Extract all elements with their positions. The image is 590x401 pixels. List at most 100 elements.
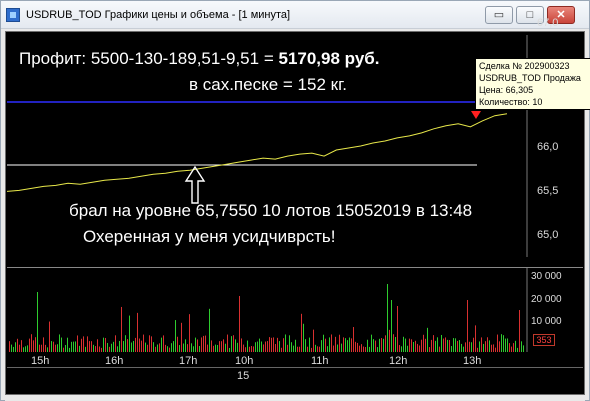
volume-bar: [355, 341, 356, 352]
volume-bar: [413, 341, 414, 352]
volume-bar: [509, 343, 510, 352]
horizontal-scrollbar[interactable]: [5, 395, 585, 401]
volume-bar: [93, 344, 94, 352]
trade-tooltip: Сделка № 202900323 USDRUB_TOD Продажа Це…: [475, 58, 590, 110]
profit-line: Профит: 5500-130-189,51-9,51 = 5170,98 р…: [19, 49, 380, 69]
volume-bar: [429, 347, 430, 352]
app-icon: [6, 8, 20, 22]
volume-bar: [255, 342, 256, 352]
volume-bar: [321, 340, 322, 352]
time-label-17h: 17h: [179, 355, 198, 367]
volume-bar: [45, 344, 46, 352]
price-line: [6, 113, 508, 192]
volume-bar: [485, 341, 486, 352]
time-axis[interactable]: [7, 367, 583, 383]
volume-bar: [189, 314, 190, 352]
volume-bar: [383, 338, 384, 352]
tooltip-trade-number: Сделка № 202900323: [479, 61, 570, 71]
volume-bar: [359, 345, 360, 352]
volume-bar: [157, 344, 158, 352]
volume-bar: [31, 334, 32, 352]
volume-bar: [249, 346, 250, 352]
volume-bar: [261, 341, 262, 352]
volume-panel[interactable]: [7, 267, 583, 352]
sugar-line: в сах.песке = 152 кг.: [189, 75, 347, 94]
tooltip-price: Цена: 66,305: [479, 85, 534, 95]
volume-bar: [377, 347, 378, 352]
volume-bar: [49, 321, 50, 352]
volume-bar: [455, 338, 456, 352]
title-bar[interactable]: USDRUB_TOD Графики цены и объема - [1 ми…: [1, 1, 589, 29]
volume-bar: [233, 335, 234, 352]
time-label-12h: 12h: [389, 355, 408, 367]
volume-bar: [361, 344, 362, 352]
volume-bar: [73, 341, 74, 352]
volume-bar: [315, 344, 316, 352]
volume-bar: [115, 335, 116, 352]
volume-bar: [191, 343, 192, 352]
volume-bar: [397, 306, 398, 352]
price-tick-66: 66,0: [537, 141, 559, 153]
volume-bar: [41, 344, 42, 352]
volume-bar: [407, 345, 408, 352]
volume-bar: [133, 340, 134, 352]
volume-bar: [91, 341, 92, 352]
volume-bar: [277, 337, 278, 352]
window-title: USDRUB_TOD Графики цены и объема - [1 ми…: [26, 9, 291, 21]
up-arrow-icon: [184, 165, 206, 204]
volume-bar: [33, 340, 34, 352]
time-label-15h: 15h: [31, 355, 50, 367]
volume-bar: [13, 346, 14, 352]
volume-bar: [179, 345, 180, 352]
volume-bar: [121, 306, 122, 352]
volume-bar: [293, 345, 294, 352]
volume-bar: [271, 337, 272, 352]
volume-bar: [453, 338, 454, 352]
volume-bar: [441, 334, 442, 352]
restore-button[interactable]: ▭: [485, 6, 513, 24]
volume-bar: [443, 338, 444, 352]
volume-bar: [421, 339, 422, 352]
volume-bar: [503, 335, 504, 352]
volume-bar: [113, 341, 114, 352]
volume-bar: [27, 345, 28, 352]
volume-bar: [393, 334, 394, 352]
volume-bar: [291, 342, 292, 352]
volume-bar: [381, 338, 382, 352]
restore-icon: ▭: [493, 9, 505, 21]
volume-bar: [303, 323, 304, 352]
volume-bar: [25, 346, 26, 352]
volume-bar: [51, 341, 52, 352]
volume-bar: [469, 341, 470, 352]
volume-bar: [111, 343, 112, 352]
volume-bar: [187, 344, 188, 352]
volume-bar: [227, 334, 228, 352]
current-volume-badge: 353: [533, 334, 555, 346]
volume-bar: [77, 335, 78, 352]
volume-bar: [379, 338, 380, 352]
volume-bar: [285, 334, 286, 352]
volume-bar: [273, 337, 274, 352]
volume-bar: [489, 340, 490, 352]
volume-bar: [353, 327, 354, 352]
volume-bar: [211, 340, 212, 352]
volume-bar: [239, 296, 240, 352]
volume-bar: [117, 346, 118, 352]
volume-bar: [325, 338, 326, 352]
volume-bar: [507, 338, 508, 352]
volume-bar: [107, 342, 108, 352]
volume-bar: [323, 334, 324, 352]
volume-bar: [203, 335, 204, 352]
volume-bar: [281, 347, 282, 352]
volume-bar: [101, 347, 102, 352]
volume-bar: [71, 341, 72, 352]
volume-bar: [403, 336, 404, 352]
volume-bar: [21, 340, 22, 352]
volume-bar: [243, 344, 244, 352]
volume-bar: [433, 335, 434, 352]
volume-bar: [247, 340, 248, 352]
volume-bar: [123, 341, 124, 352]
time-label-13h: 13h: [463, 355, 482, 367]
volume-bar: [147, 344, 148, 352]
comment-line: Охеренная у меня усидчиврсть!: [83, 227, 336, 246]
